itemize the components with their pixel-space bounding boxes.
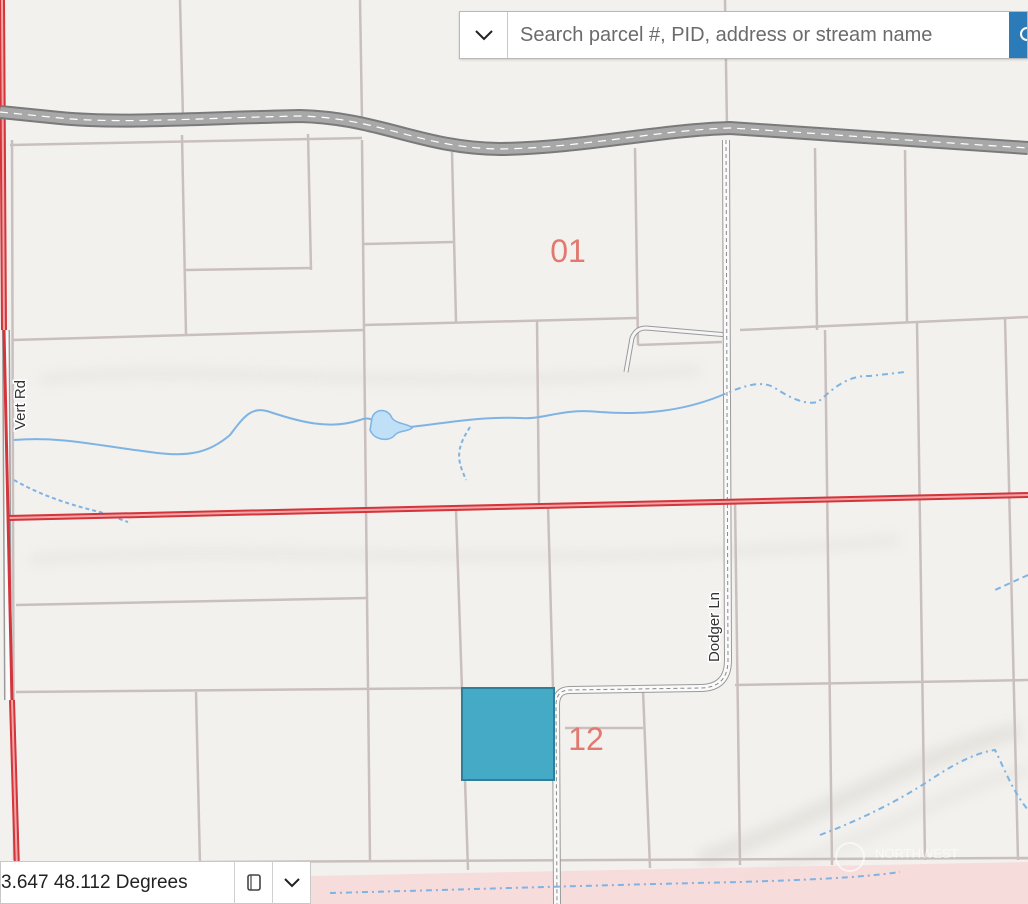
search-bar — [459, 11, 1028, 59]
search-button[interactable] — [1009, 12, 1027, 58]
selected-parcel[interactable] — [461, 687, 555, 781]
copy-coordinates-button[interactable] — [234, 861, 272, 904]
coordinate-text: 3.647 48.112 Degrees — [1, 871, 188, 893]
chevron-down-icon — [283, 878, 300, 888]
search-scope-dropdown[interactable] — [460, 12, 508, 58]
section-label-01: 01 — [550, 233, 586, 269]
coordinate-text-wrap: 3.647 48.112 Degrees — [1, 872, 234, 894]
section-label-12: 12 — [568, 721, 604, 757]
road-label-vert-group: Vert Rd — [11, 378, 31, 431]
coordinate-readout: 3.647 48.112 Degrees — [0, 861, 311, 904]
chevron-down-icon — [474, 30, 493, 41]
coordinate-format-dropdown[interactable] — [272, 861, 310, 904]
search-input[interactable] — [508, 12, 1009, 58]
road-label-dodger-ln: Dodger Ln — [706, 592, 723, 662]
watermark-text: NORTHWEST — [875, 846, 959, 861]
search-icon — [1020, 27, 1027, 41]
map-canvas[interactable]: 01 12 Vert Rd Dodger Ln NORTHWEST — [0, 0, 1028, 904]
road-label-dodger-group: Dodger Ln — [705, 590, 725, 663]
copy-icon — [246, 873, 261, 891]
road-label-vert-rd: Vert Rd — [12, 380, 29, 430]
